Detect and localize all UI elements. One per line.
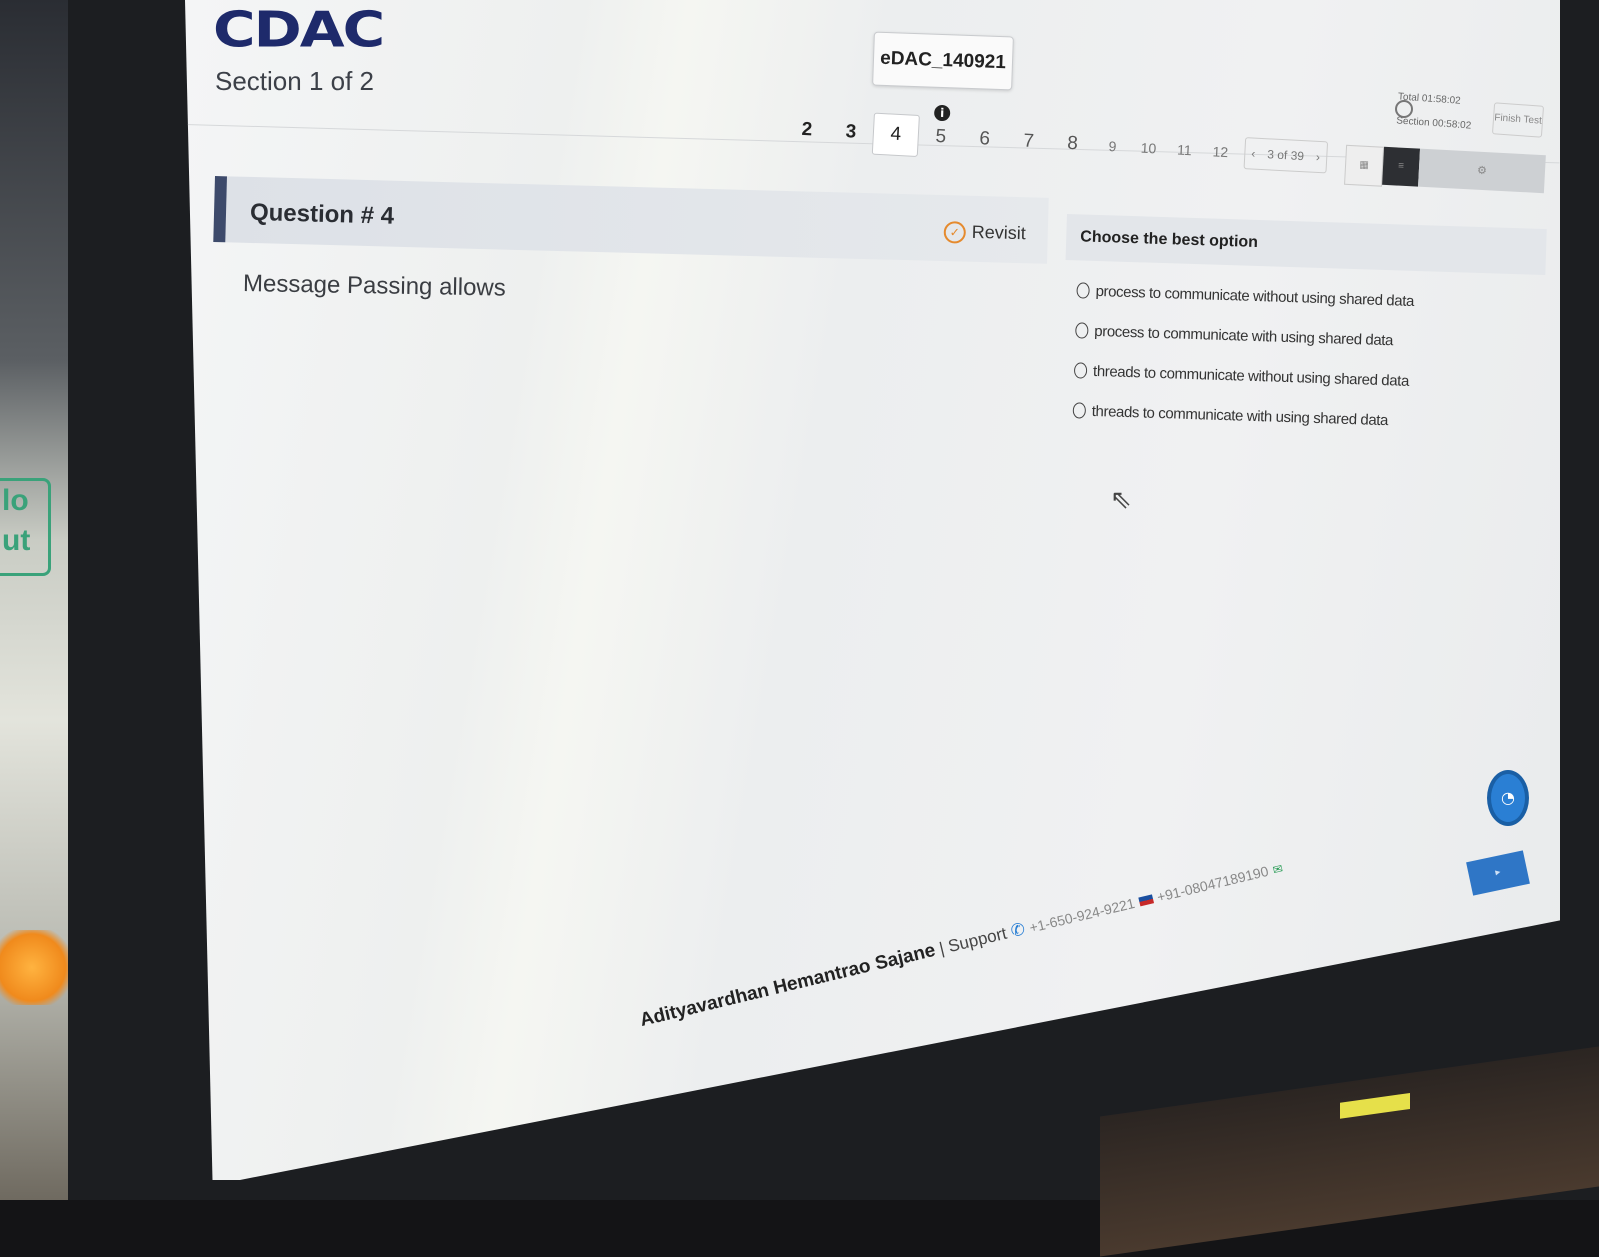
timer-panel: Total 01:58:02 Section 00:58:02 <box>1395 85 1473 138</box>
option-label: threads to communicate with using shared… <box>1091 402 1389 429</box>
option-3[interactable]: threads to communicate without using sha… <box>1073 360 1542 395</box>
whatsapp-icon[interactable]: ✉ <box>1271 861 1284 877</box>
question-number-10[interactable]: 10 <box>1129 127 1167 169</box>
section-label: Section 1 of 2 <box>215 66 374 96</box>
candidate-name: Adityavardhan Hemantrao Sajane <box>637 939 938 1032</box>
options-header: Choose the best option <box>1065 214 1547 276</box>
option-4[interactable]: threads to communicate with using shared… <box>1072 400 1541 435</box>
mouse-cursor-icon: ⇖ <box>1110 484 1132 514</box>
support-label: Support <box>946 923 1009 957</box>
question-pager: ‹ 3 of 39 › <box>1243 137 1328 174</box>
question-number-6[interactable]: 6 <box>962 118 1008 160</box>
pager-indicator: 3 of 39 <box>1266 147 1305 164</box>
chat-icon[interactable]: ◔ <box>1487 770 1529 826</box>
view-options-icon[interactable]: ⚙ <box>1418 148 1546 194</box>
radio-button[interactable] <box>1076 282 1090 299</box>
radio-button[interactable] <box>1072 402 1087 419</box>
option-label: process to communicate without using sha… <box>1095 282 1415 310</box>
background-sticker: lo ut <box>0 478 51 576</box>
pager-next-button[interactable]: › <box>1310 150 1327 165</box>
view-toolbar: ▦ ≡ ⚙ <box>1344 144 1546 194</box>
section-time: Section 00:58:02 <box>1395 115 1472 132</box>
grid-view-icon[interactable]: ▦ <box>1344 144 1385 187</box>
support-phone-in[interactable]: +91-08047189190 <box>1155 863 1270 905</box>
question-navigator: 2 3 4 5 6 7 8 9 10 11 12 ‹ 3 of 39 › <box>784 108 1328 178</box>
laptop-led <box>1340 1092 1410 1119</box>
question-number-2[interactable]: 2 <box>784 109 830 151</box>
list-view-icon[interactable]: ≡ <box>1382 146 1421 187</box>
exam-code-badge[interactable]: eDAC_140921 i <box>872 31 1014 122</box>
question-header-bar: Question # 4 ✓ Revisit <box>213 176 1049 264</box>
option-label: process to communicate with using shared… <box>1094 322 1394 349</box>
radio-button[interactable] <box>1075 322 1089 339</box>
support-phone-us[interactable]: +1-650-924-9221 <box>1028 895 1137 936</box>
question-number-3[interactable]: 3 <box>828 111 874 153</box>
revisit-label: Revisit <box>971 221 1027 244</box>
option-1[interactable]: process to communicate without using sha… <box>1076 280 1544 315</box>
flag-icon <box>1138 894 1154 907</box>
question-number-5[interactable]: 5 <box>918 116 964 158</box>
cdac-logo: CDAC <box>213 0 385 59</box>
question-number-7[interactable]: 7 <box>1006 121 1052 163</box>
options-panel: Choose the best option process to commun… <box>1060 214 1547 449</box>
question-title: Question # 4 <box>249 198 395 230</box>
radio-button[interactable] <box>1073 362 1088 379</box>
pager-prev-button[interactable]: ‹ <box>1245 146 1262 161</box>
question-number-4-current[interactable]: 4 <box>871 112 920 157</box>
question-number-9[interactable]: 9 <box>1094 125 1132 167</box>
question-number-8[interactable]: 8 <box>1050 123 1096 165</box>
revisit-button[interactable]: ✓ Revisit <box>943 221 1026 245</box>
save-next-button[interactable]: ▸ <box>1466 850 1530 896</box>
revisit-icon: ✓ <box>943 221 967 244</box>
option-2[interactable]: process to communicate with using shared… <box>1075 320 1543 355</box>
finish-test-button[interactable]: Finish Test <box>1491 102 1545 138</box>
option-label: threads to communicate without using sha… <box>1092 362 1410 390</box>
question-number-12[interactable]: 12 <box>1201 131 1239 173</box>
phone-icon: ✆ <box>1008 919 1028 942</box>
footer-separator: | <box>937 938 947 959</box>
question-text: Message Passing allows <box>242 270 507 302</box>
exam-code-text: eDAC_140921 <box>879 47 1007 74</box>
question-number-11[interactable]: 11 <box>1165 129 1203 171</box>
